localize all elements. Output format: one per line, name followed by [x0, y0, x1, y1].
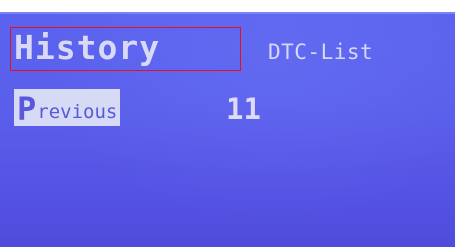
menu-item-initial: P	[17, 90, 37, 128]
menu-item-label: revious	[37, 101, 118, 123]
tab-dtc-list[interactable]: DTC-List	[268, 38, 373, 66]
menu-item-value: 11	[226, 92, 261, 126]
menu-item-previous[interactable]: P revious	[14, 89, 121, 128]
annotation-highlight-box	[10, 27, 241, 71]
